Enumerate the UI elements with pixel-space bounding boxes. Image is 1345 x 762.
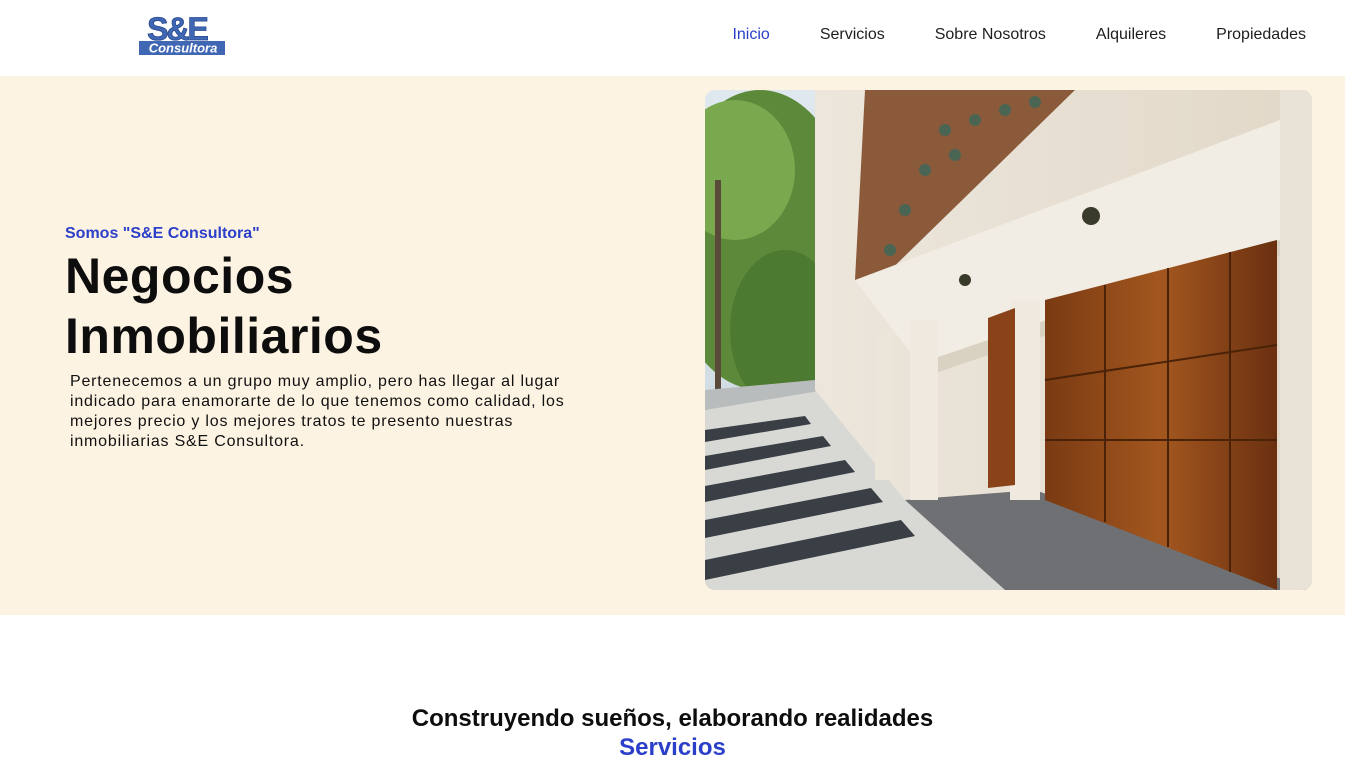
hero-eyebrow: Somos "S&E Consultora"	[65, 225, 260, 242]
site-header: S&E Consultora Inicio Servicios Sobre No…	[0, 0, 1345, 76]
logo[interactable]: S&E Consultora	[127, 10, 227, 58]
nav-servicios[interactable]: Servicios	[820, 24, 885, 46]
logo-text-bottom: Consultora	[149, 41, 218, 56]
main-nav: Inicio Servicios Sobre Nosotros Alquiler…	[732, 24, 1306, 46]
section-tagline: Construyendo sueños, elaborando realidad…	[411, 705, 934, 732]
nav-propiedades[interactable]: Propiedades	[1216, 24, 1306, 46]
nav-sobre-nosotros[interactable]: Sobre Nosotros	[935, 24, 1046, 46]
nav-alquileres[interactable]: Alquileres	[1096, 24, 1166, 46]
hero-title-line1: Negocios	[65, 248, 295, 304]
hero-section: Somos "S&E Consultora" Negocios Inmobili…	[0, 76, 1345, 615]
hero-title: Negocios Inmobiliarios	[65, 246, 625, 366]
section-subtitle: Servicios	[619, 734, 726, 761]
house-facade-image	[705, 90, 1312, 590]
hero-description: Pertenecemos a un grupo muy amplio, pero…	[70, 373, 565, 450]
hero-title-line2: Inmobiliarios	[65, 308, 383, 364]
hero-image	[705, 90, 1312, 590]
nav-inicio[interactable]: Inicio	[732, 24, 769, 46]
